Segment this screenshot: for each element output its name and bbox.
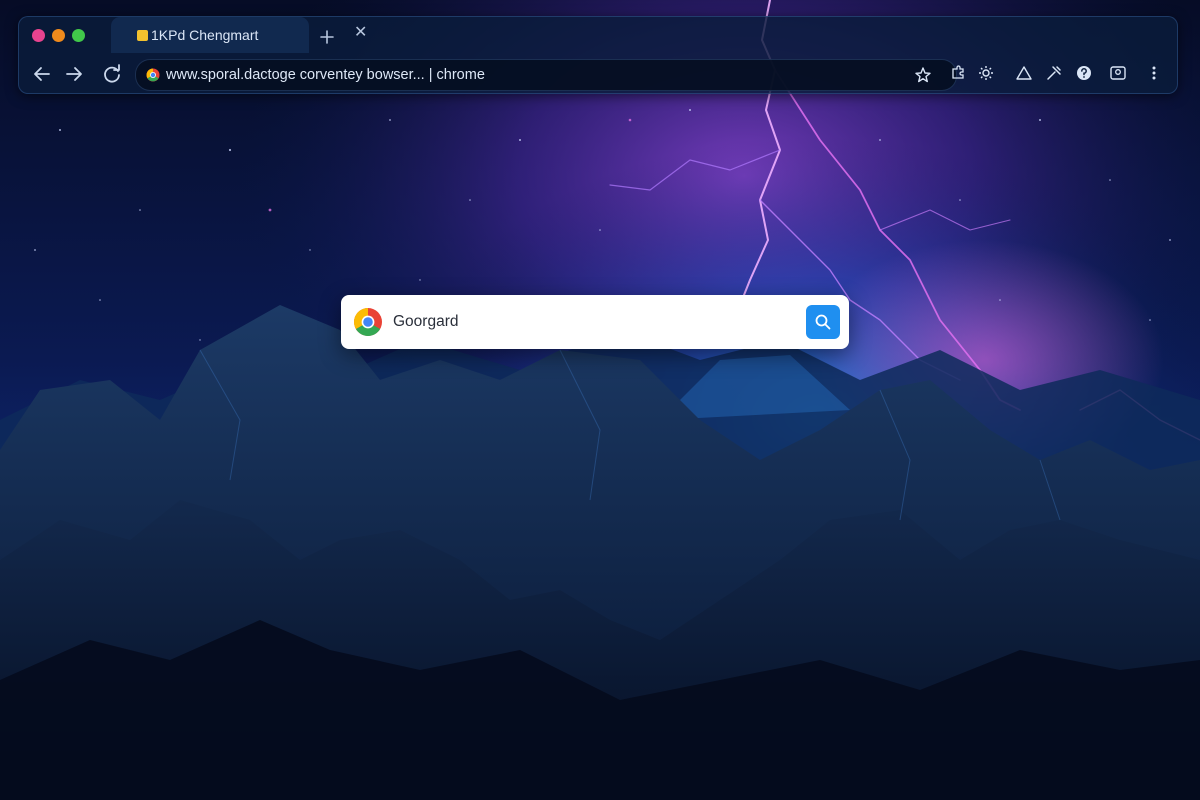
arrow-left-icon[interactable] (31, 63, 53, 85)
tab-close-icon[interactable]: ✕ (354, 25, 367, 41)
star-icon[interactable] (914, 66, 932, 84)
tab-active[interactable]: 1KPd Chengmart ✕ (111, 17, 367, 53)
search-icon (815, 314, 831, 330)
search-box[interactable]: Goorgard (341, 295, 849, 349)
close-window-button[interactable] (32, 29, 45, 42)
search-button[interactable] (806, 305, 840, 339)
maximize-window-button[interactable] (72, 29, 85, 42)
help-icon[interactable] (1075, 64, 1093, 82)
puzzle-icon[interactable] (949, 64, 967, 82)
more-vert-icon[interactable] (1145, 64, 1163, 82)
tools-icon[interactable] (1045, 64, 1063, 82)
browser-window-chrome: 1KPd Chengmart ✕ www.sporal.dactoge corv… (18, 16, 1178, 94)
tab-title: 1KPd Chengmart (151, 27, 259, 43)
new-tab-icon[interactable] (319, 29, 335, 45)
url-text: www.sporal.dactoge corventey bowser... |… (166, 67, 485, 83)
toolbar: www.sporal.dactoge corventey bowser... |… (19, 55, 1177, 93)
triangle-icon[interactable] (1015, 64, 1033, 82)
chrome-favicon-icon (146, 68, 160, 82)
gear-icon[interactable] (977, 64, 995, 82)
arrow-right-icon[interactable] (63, 63, 85, 85)
wallpaper-scene (0, 0, 1200, 800)
reload-icon[interactable] (101, 63, 123, 85)
search-input[interactable]: Goorgard (393, 313, 458, 331)
minimize-window-button[interactable] (52, 29, 65, 42)
address-bar[interactable]: www.sporal.dactoge corventey bowser... |… (135, 59, 957, 91)
profile-icon[interactable] (1109, 64, 1127, 82)
chrome-logo-icon (354, 308, 382, 336)
night-mountains-illustration (0, 0, 1200, 800)
tab-favicon-icon (137, 30, 148, 41)
